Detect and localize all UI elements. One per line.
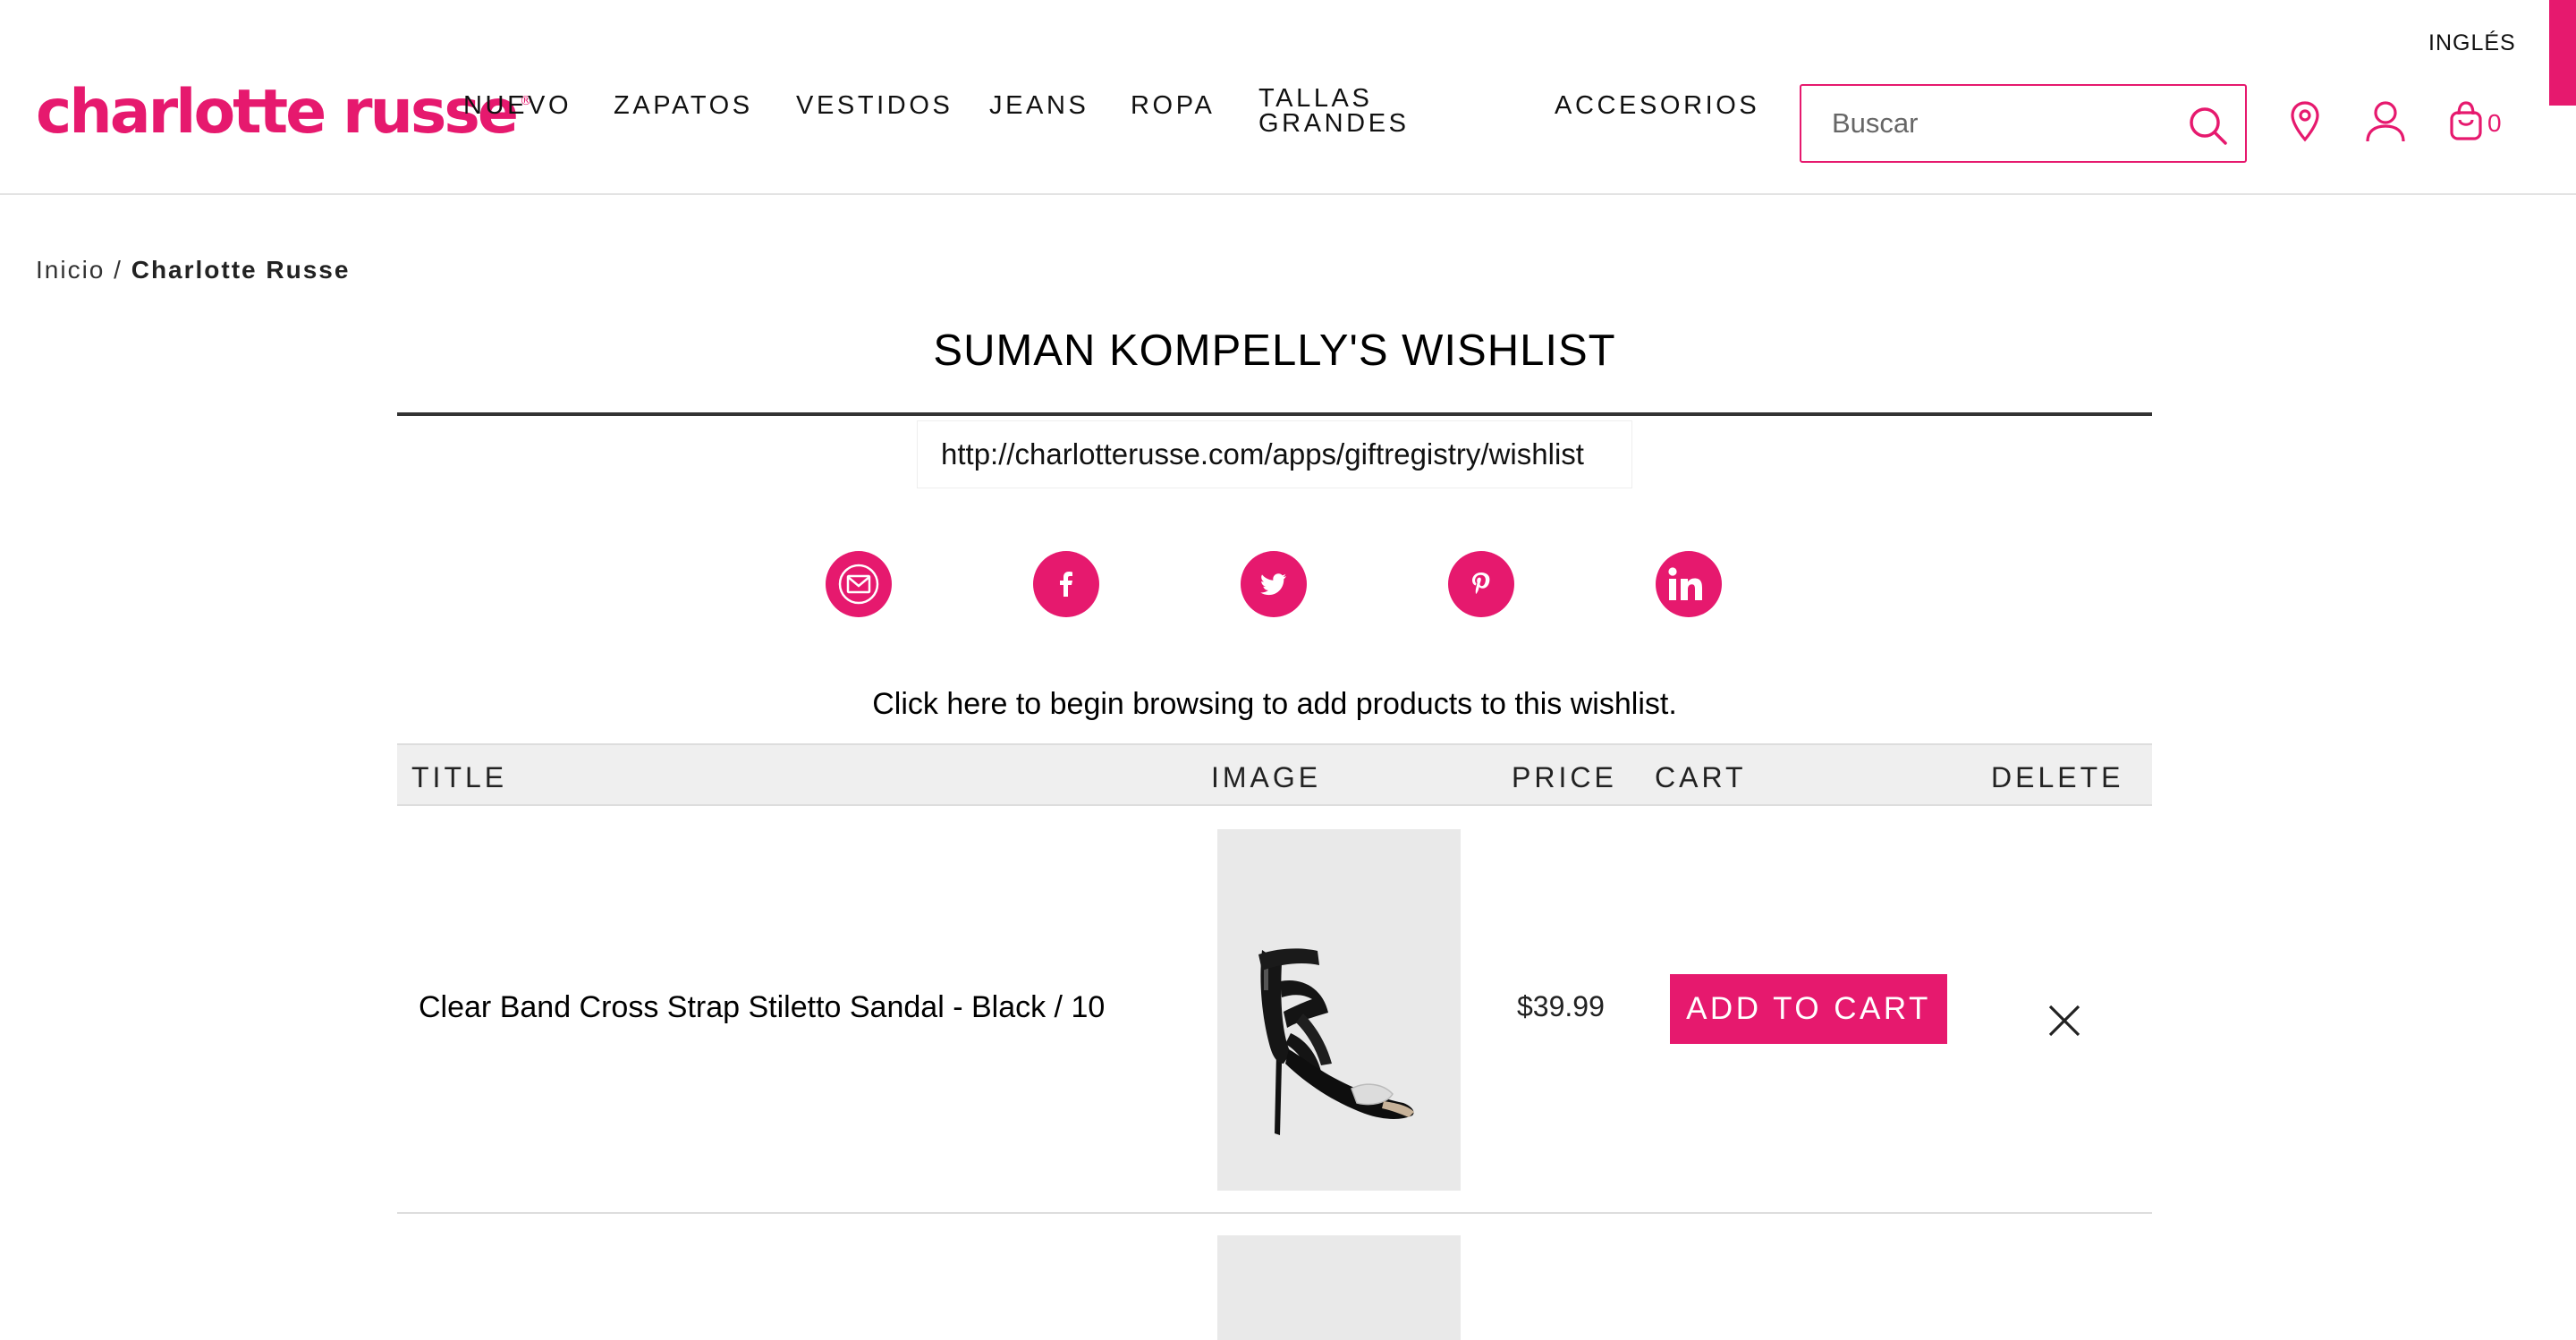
email-icon: [838, 564, 879, 605]
nav-item-zapatos[interactable]: ZAPATOS: [614, 93, 753, 119]
column-price: PRICE: [1512, 761, 1617, 793]
add-to-cart-button[interactable]: ADD TO CART: [1670, 974, 1947, 1044]
page: INGLÉS charlotte russe ® NUEVO ZAPATOS VE…: [0, 0, 2576, 1340]
share-url-field[interactable]: http://charlotterusse.com/apps/giftregis…: [917, 420, 1632, 488]
share-pinterest-button[interactable]: [1448, 551, 1514, 617]
table-row: [397, 1214, 2152, 1340]
product-title-link[interactable]: Clear Band Cross Strap Stiletto Sandal -…: [419, 990, 1105, 1025]
table-row: Clear Band Cross Strap Stiletto Sandal -…: [397, 806, 2152, 1214]
nav-item-ropa[interactable]: ROPA: [1131, 93, 1215, 119]
store-locator-icon[interactable]: [2290, 100, 2320, 143]
account-icon[interactable]: [2365, 100, 2406, 143]
column-cart: CART: [1655, 761, 1747, 793]
search-icon[interactable]: [2186, 104, 2229, 147]
breadcrumb-current: Charlotte Russe: [131, 256, 351, 284]
twitter-icon: [1260, 573, 1286, 596]
language-switcher[interactable]: INGLÉS: [2428, 30, 2516, 56]
header-divider: [0, 193, 2576, 195]
nav-item-vestidos[interactable]: VESTIDOS: [796, 93, 953, 119]
edge-tab[interactable]: [2549, 0, 2576, 106]
share-twitter-button[interactable]: [1241, 551, 1307, 617]
product-image[interactable]: [1217, 829, 1461, 1191]
pinterest-icon: [1472, 572, 1490, 594]
logo[interactable]: charlotte russe ®: [36, 82, 532, 143]
nav-item-tallas-grandes-line-2: GRANDES: [1258, 109, 1410, 138]
close-icon[interactable]: [2045, 1001, 2084, 1040]
nav-item-tallas-grandes[interactable]: TALLAS GRANDES: [1258, 84, 1410, 138]
title-divider: [397, 412, 2152, 416]
breadcrumb-home[interactable]: Inicio: [36, 256, 105, 284]
search-input[interactable]: [1832, 102, 2172, 145]
nav-item-accesorios[interactable]: ACCESORIOS: [1555, 93, 1759, 119]
column-delete: DELETE: [1991, 761, 2124, 793]
facebook-icon: [1060, 572, 1072, 597]
linkedin-icon: [1668, 567, 1702, 600]
logo-text: charlotte russe: [36, 77, 519, 148]
column-image: IMAGE: [1211, 761, 1322, 793]
share-facebook-button[interactable]: [1033, 551, 1099, 617]
breadcrumb: Inicio / Charlotte Russe: [36, 256, 350, 284]
stiletto-sandal-illustration: [1258, 948, 1414, 1135]
breadcrumb-separator: /: [114, 256, 123, 284]
wishlist-table-header: TITLE IMAGE PRICE CART DELETE: [397, 743, 2152, 806]
browse-products-link[interactable]: Click here to begin browsing to add prod…: [397, 687, 2152, 722]
cart-count[interactable]: 0: [2487, 109, 2502, 138]
column-title: TITLE: [411, 761, 508, 793]
nav-item-nuevo[interactable]: NUEVO: [463, 93, 572, 119]
share-linkedin-button[interactable]: [1656, 551, 1722, 617]
product-price: $39.99: [1517, 990, 1605, 1022]
cart-bag-icon[interactable]: [2449, 100, 2483, 141]
page-title: SUMAN KOMPELLY'S WISHLIST: [933, 327, 1616, 375]
nav-item-jeans[interactable]: JEANS: [989, 93, 1089, 119]
nav-item-tallas-grandes-line-1: TALLAS: [1258, 84, 1373, 113]
search-box: [1800, 84, 2247, 163]
share-email-button[interactable]: [826, 551, 892, 617]
product-image[interactable]: [1217, 1235, 1461, 1340]
